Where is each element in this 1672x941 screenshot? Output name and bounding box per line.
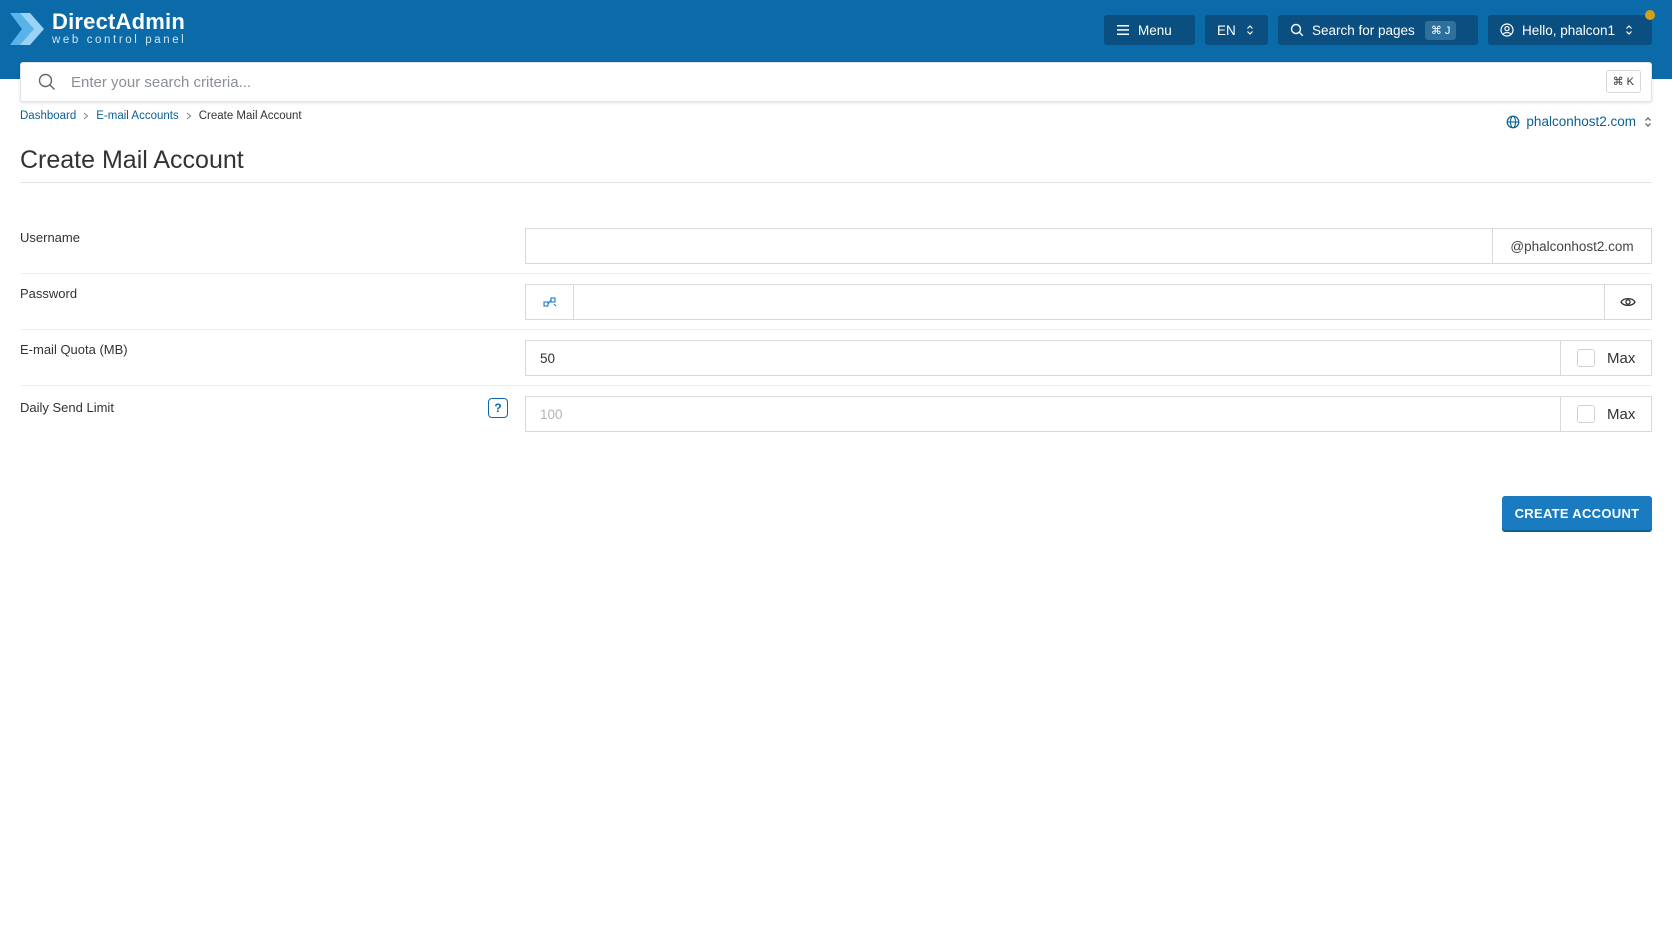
logo-subtitle: web control panel [52, 34, 187, 47]
user-greeting: Hello, phalcon1 [1522, 22, 1616, 38]
quota-label: E-mail Quota (MB) [20, 342, 128, 357]
send-limit-max-label: Max [1607, 405, 1636, 423]
page-title: Create Mail Account [20, 146, 244, 174]
global-search-shortcut: ⌘ K [1605, 70, 1641, 93]
updown-chevron-icon [1645, 116, 1651, 127]
username-field-wrapper [525, 228, 1493, 264]
username-input[interactable] [526, 229, 1492, 263]
breadcrumb-current: Create Mail Account [198, 110, 302, 122]
language-selector[interactable]: EN [1205, 15, 1268, 45]
search-pages-shortcut: ⌘ J [1424, 20, 1457, 40]
send-limit-field-wrapper [525, 396, 1561, 432]
quota-field-wrapper [525, 340, 1561, 376]
breadcrumb-email-accounts[interactable]: E-mail Accounts [96, 110, 178, 122]
search-icon [1290, 23, 1304, 37]
generate-password-button[interactable] [525, 284, 574, 320]
breadcrumb-dashboard[interactable]: Dashboard [20, 110, 76, 122]
search-icon [38, 73, 55, 90]
row-divider [20, 273, 1652, 274]
user-circle-icon [1500, 23, 1514, 37]
quota-max-checkbox[interactable] [1577, 349, 1595, 367]
quota-input[interactable] [526, 341, 1560, 375]
quota-max-toggle[interactable]: Max [1560, 340, 1652, 376]
logo-chevron-icon [10, 13, 44, 45]
user-menu-button[interactable]: Hello, phalcon1 [1488, 15, 1652, 45]
eye-icon [1620, 297, 1636, 307]
send-limit-input[interactable] [526, 397, 1560, 431]
row-divider [20, 329, 1652, 330]
directadmin-logo[interactable]: DirectAdmin web control panel [10, 9, 186, 49]
updown-chevron-icon [1246, 25, 1253, 35]
language-label: EN [1217, 22, 1236, 38]
create-account-button[interactable]: CREATE ACCOUNT [1502, 496, 1652, 530]
menu-label: Menu [1138, 22, 1172, 38]
username-label: Username [20, 230, 80, 245]
row-divider [20, 385, 1652, 386]
send-limit-max-checkbox[interactable] [1577, 405, 1595, 423]
global-search-input[interactable] [71, 69, 1571, 95]
search-pages-label: Search for pages [1312, 22, 1415, 38]
domain-selector-label: phalconhost2.com [1526, 114, 1636, 129]
breadcrumb: Dashboard E-mail Accounts Create Mail Ac… [20, 110, 302, 122]
password-field-wrapper [573, 284, 1605, 320]
chevron-right-icon [83, 112, 89, 120]
globe-icon [1507, 115, 1520, 128]
updown-chevron-icon [1626, 25, 1633, 35]
username-domain-suffix: @phalconhost2.com [1492, 228, 1652, 264]
logo-title: DirectAdmin [52, 9, 185, 35]
send-limit-label: Daily Send Limit [20, 400, 114, 415]
title-divider [20, 182, 1652, 183]
toggle-password-visibility-button[interactable] [1604, 284, 1652, 320]
global-search-bar: ⌘ K [20, 62, 1652, 102]
help-icon[interactable]: ? [488, 398, 508, 418]
quota-max-label: Max [1607, 349, 1636, 367]
notification-dot [1645, 10, 1655, 20]
menu-button[interactable]: Menu [1104, 15, 1195, 45]
shuffle-generate-icon [542, 297, 556, 307]
domain-selector[interactable]: phalconhost2.com [1506, 114, 1652, 129]
search-pages-button[interactable]: Search for pages ⌘ J [1278, 15, 1478, 45]
password-input[interactable] [574, 285, 1604, 319]
chevron-right-icon [186, 112, 192, 120]
password-label: Password [20, 286, 78, 301]
hamburger-icon [1117, 25, 1129, 35]
send-limit-max-toggle[interactable]: Max [1560, 396, 1652, 432]
